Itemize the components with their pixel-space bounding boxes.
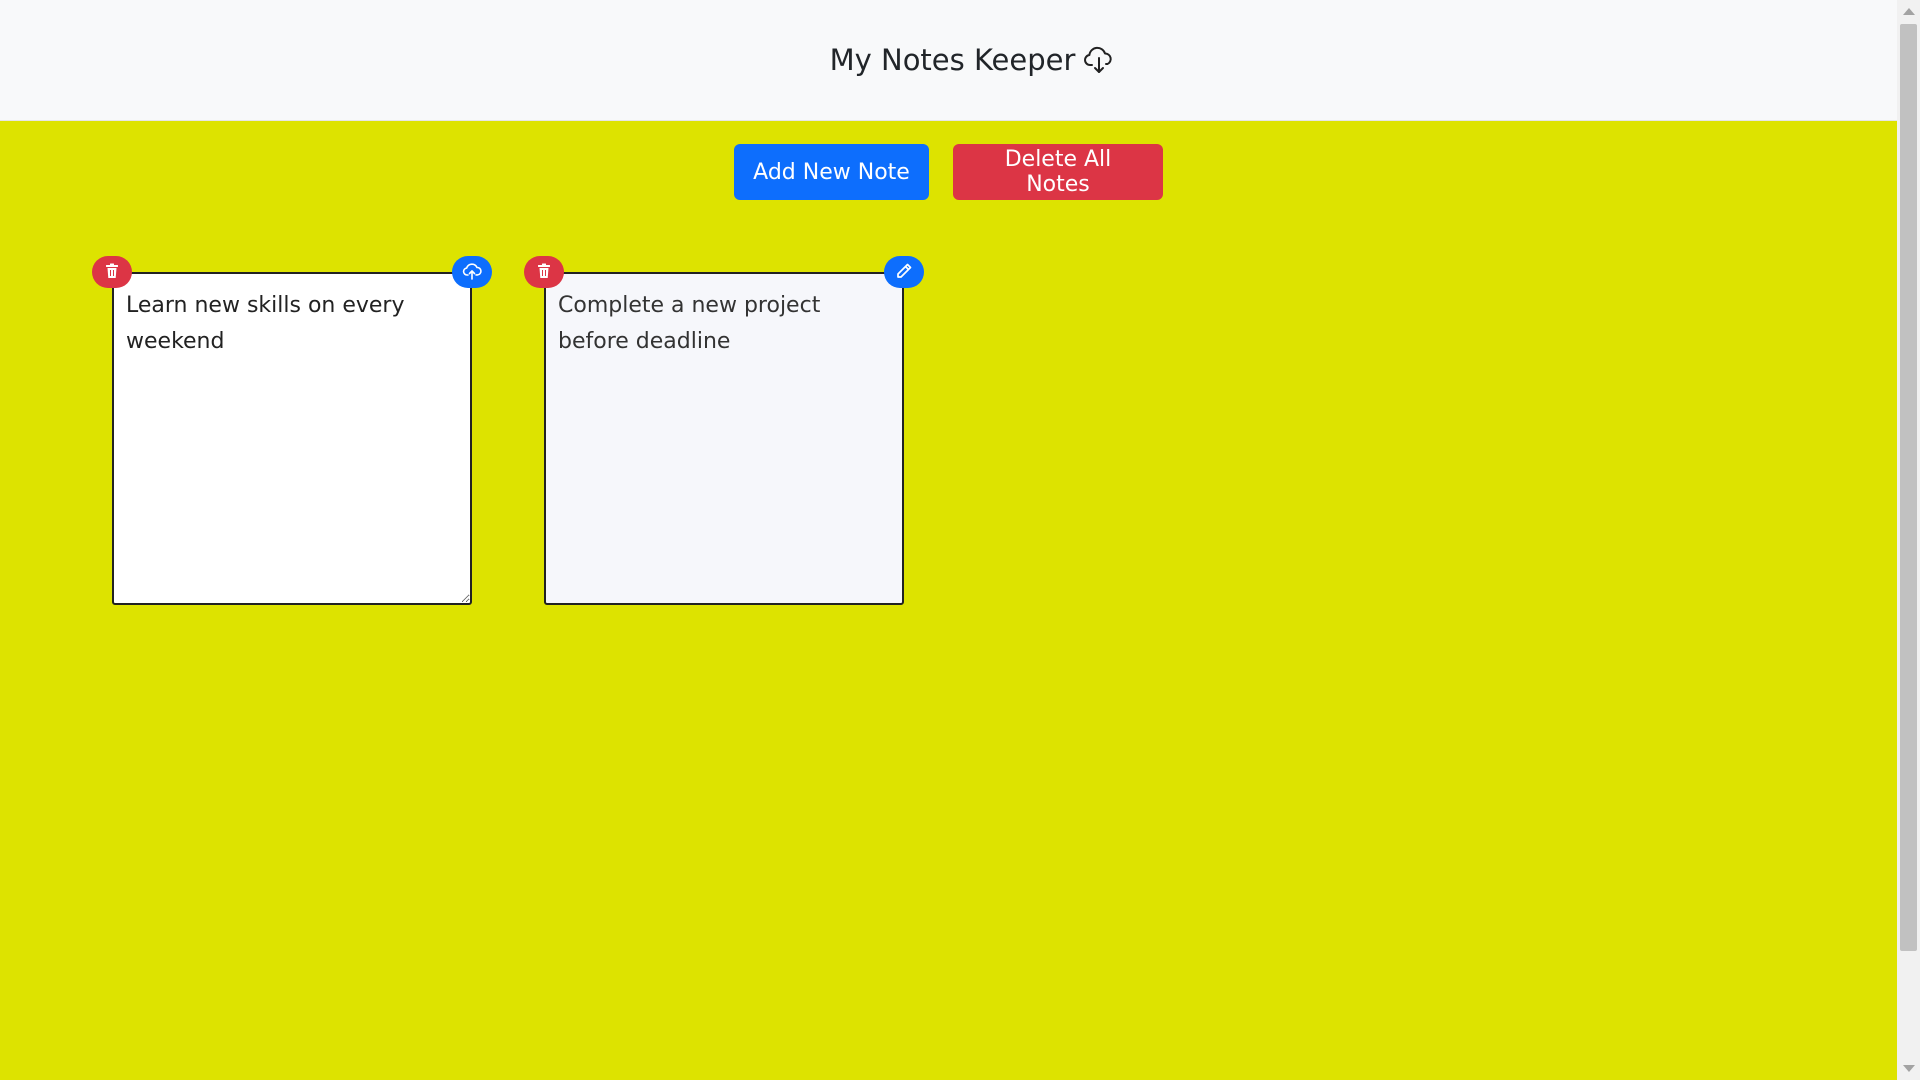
pencil-icon [895,262,913,283]
delete-note-button[interactable] [92,256,132,288]
note-text: Complete a new project before deadline [544,272,904,605]
delete-all-notes-button[interactable]: Delete All Notes [953,144,1163,200]
add-note-button[interactable]: Add New Note [734,144,929,200]
title-wrap: My Notes Keeper [830,43,1116,77]
cloud-upload-icon [462,262,482,283]
delete-note-button[interactable] [524,256,564,288]
save-note-button[interactable] [452,256,492,288]
note-card-view: Complete a new project before deadline [524,256,924,605]
note-textarea[interactable]: Learn new skills on every weekend [112,272,472,605]
trash-icon [536,263,552,282]
scroll-thumb[interactable] [1900,24,1917,951]
page: My Notes Keeper Add New Note Delete All … [0,0,1920,1080]
scroll-down-arrow-icon[interactable] [1903,1065,1915,1072]
scroll-up-arrow-icon[interactable] [1903,8,1915,15]
page-title: My Notes Keeper [829,43,1076,77]
header-bar: My Notes Keeper [0,0,1897,121]
edit-note-button[interactable] [884,256,924,288]
note-card-editing: Learn new skills on every weekend [92,256,492,605]
cloud-download-icon [1083,45,1115,75]
toolbar: Add New Note Delete All Notes [0,144,1897,200]
vertical-scrollbar[interactable] [1897,0,1920,1080]
trash-icon [104,263,120,282]
